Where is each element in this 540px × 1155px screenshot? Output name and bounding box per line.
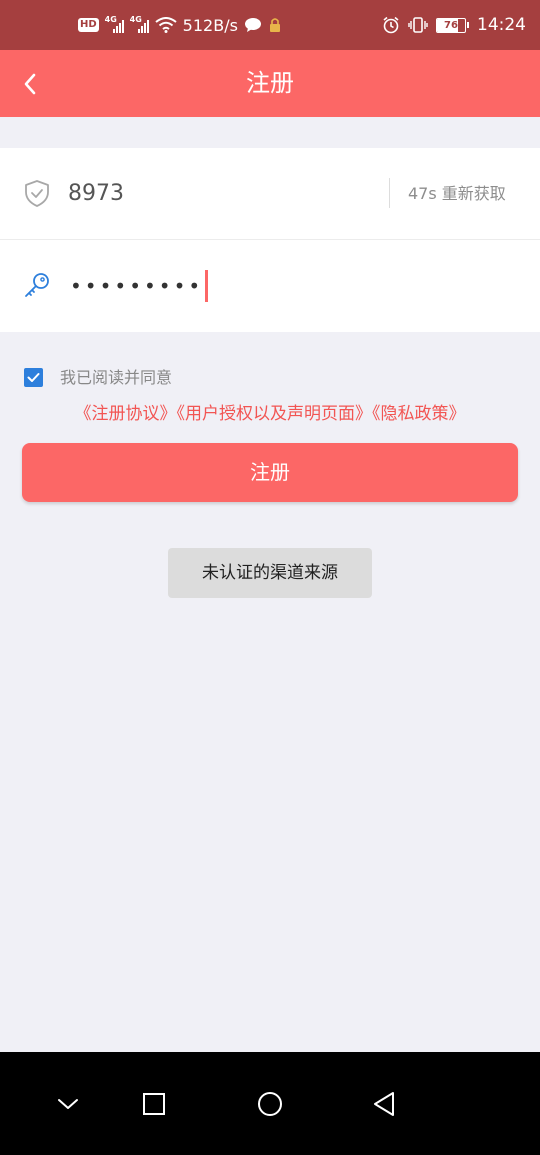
alarm-icon bbox=[383, 16, 399, 34]
link-register-agreement[interactable]: 《注册协议》 bbox=[75, 404, 177, 424]
register-button[interactable]: 注册 bbox=[22, 443, 518, 502]
status-bar: HD 4G 4G 512B/s 76 14:24 bbox=[0, 0, 540, 50]
square-icon bbox=[143, 1093, 165, 1115]
shield-check-icon bbox=[25, 180, 49, 207]
password-row: ••••••••• bbox=[0, 240, 540, 332]
password-input[interactable]: ••••••••• bbox=[70, 266, 209, 306]
signal-icon: 4G bbox=[105, 15, 124, 33]
signal-icon: 4G bbox=[130, 15, 149, 33]
toast-message: 未认证的渠道来源 bbox=[168, 548, 372, 598]
triangle-back-icon bbox=[374, 1092, 394, 1116]
status-left: HD 4G 4G 512B/s bbox=[78, 0, 282, 50]
nav-hide-button[interactable] bbox=[46, 1082, 90, 1126]
nav-back-button[interactable] bbox=[362, 1082, 406, 1126]
battery-icon: 76 bbox=[436, 17, 469, 33]
message-icon bbox=[244, 18, 261, 32]
chevron-down-icon bbox=[58, 1099, 78, 1109]
resend-code-button[interactable]: 47s 重新获取 bbox=[408, 174, 506, 214]
nav-home-button[interactable] bbox=[248, 1082, 292, 1126]
verification-code-row: 8973 47s 重新获取 bbox=[0, 148, 540, 240]
app-header: 注册 bbox=[0, 50, 540, 117]
hd-badge: HD bbox=[78, 18, 99, 32]
system-nav-bar bbox=[0, 1052, 540, 1155]
lock-icon bbox=[269, 18, 280, 32]
check-icon bbox=[27, 373, 40, 382]
agree-checkbox[interactable] bbox=[24, 368, 43, 387]
key-icon bbox=[25, 273, 49, 297]
page-title: 注册 bbox=[246, 69, 294, 97]
password-mask: ••••••••• bbox=[70, 274, 204, 298]
agree-label: 我已阅读并同意 bbox=[60, 368, 173, 387]
circle-icon bbox=[258, 1092, 282, 1116]
link-user-authorization[interactable]: 《用户授权以及声明页面》 bbox=[177, 404, 373, 424]
text-cursor bbox=[205, 270, 209, 302]
link-privacy-policy[interactable]: 《隐私政策》 bbox=[372, 404, 466, 424]
vibrate-icon bbox=[408, 17, 428, 33]
nav-recent-button[interactable] bbox=[132, 1082, 176, 1126]
battery-level: 76 bbox=[444, 19, 458, 31]
verification-code-input[interactable]: 8973 bbox=[68, 174, 124, 214]
register-form: 8973 47s 重新获取 ••••••••• bbox=[0, 148, 540, 332]
status-right: 76 14:24 bbox=[382, 0, 526, 50]
clock: 14:24 bbox=[477, 15, 526, 35]
divider bbox=[389, 178, 390, 208]
net-speed: 512B/s bbox=[182, 15, 238, 35]
wifi-icon bbox=[155, 17, 177, 33]
agreement-links: 《注册协议》《用户授权以及声明页面》《隐私政策》 bbox=[0, 402, 540, 426]
